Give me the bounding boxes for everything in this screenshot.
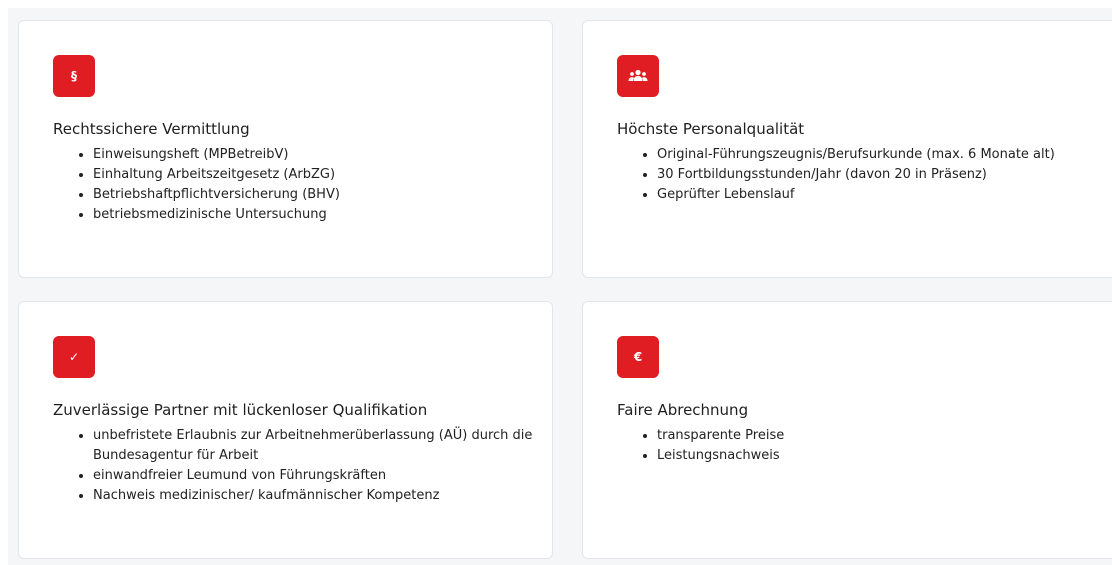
list-item: Einhaltung Arbeitszeitgesetz (ArbZG) xyxy=(93,165,340,185)
card-title: Faire Abrechnung xyxy=(617,401,749,419)
list-item: Leistungsnachweis xyxy=(657,446,784,466)
feature-card-legal: § Rechtssichere Vermittlung Einweisungsh… xyxy=(18,20,553,278)
paragraph-icon: § xyxy=(53,55,95,97)
feature-card-partners: ✓ Zuverlässige Partner mit lückenloser Q… xyxy=(18,301,553,559)
euro-glyph: € xyxy=(633,350,643,364)
list-item: einwandfreier Leumund von Führungskräfte… xyxy=(93,466,533,486)
checkmark-icon: ✓ xyxy=(53,336,95,378)
list-item: unbefristete Erlaubnis zur Arbeitnehmerü… xyxy=(93,426,533,466)
card-title: Rechtssichere Vermittlung xyxy=(53,120,250,138)
card-list: Original-Führungszeugnis/Berufsurkunde (… xyxy=(641,145,1055,205)
list-item: transparente Preise xyxy=(657,426,784,446)
paragraph-glyph: § xyxy=(71,69,77,83)
list-item: Betriebshaftpflichtversicherung (BHV) xyxy=(93,185,340,205)
feature-card-billing: € Faire Abrechnung transparente Preise L… xyxy=(582,301,1112,559)
checkmark-glyph: ✓ xyxy=(68,350,80,364)
list-item: Original-Führungszeugnis/Berufsurkunde (… xyxy=(657,145,1055,165)
card-title: Zuverlässige Partner mit lückenloser Qua… xyxy=(53,401,428,419)
card-list: transparente Preise Leistungsnachweis xyxy=(641,426,784,466)
card-list: unbefristete Erlaubnis zur Arbeitnehmerü… xyxy=(77,426,533,506)
feature-card-quality: Höchste Personalqualität Original-Führun… xyxy=(582,20,1112,278)
list-item: betriebsmedizinische Untersuchung xyxy=(93,205,340,225)
card-title: Höchste Personalqualität xyxy=(617,120,805,138)
list-item: Nachweis medizinischer/ kaufmännischer K… xyxy=(93,486,533,506)
users-icon xyxy=(617,55,659,97)
list-item: Einweisungsheft (MPBetreibV) xyxy=(93,145,340,165)
euro-icon: € xyxy=(617,336,659,378)
list-item: Geprüfter Lebenslauf xyxy=(657,185,1055,205)
card-list: Einweisungsheft (MPBetreibV) Einhaltung … xyxy=(77,145,340,225)
list-item: 30 Fortbildungsstunden/Jahr (davon 20 in… xyxy=(657,165,1055,185)
